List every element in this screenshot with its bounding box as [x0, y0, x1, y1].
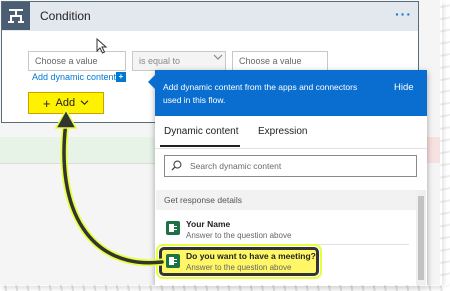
- list-item-subtitle: Answer to the question above: [186, 263, 292, 272]
- list-item-your-name[interactable]: Your Name Answer to the question above: [156, 217, 416, 243]
- tab-selected-indicator: [160, 145, 240, 147]
- tab-divider: [155, 148, 427, 149]
- torn-edge-bottom: [0, 285, 450, 291]
- list-item-title: Do you want to have a meeting?: [186, 251, 316, 261]
- list-item-title: Your Name: [186, 219, 231, 229]
- list-item-subtitle: Answer to the question above: [186, 231, 292, 240]
- forms-icon: [166, 221, 180, 235]
- choose-value-right-input[interactable]: Choose a value: [232, 51, 328, 71]
- torn-edge-right: [440, 0, 450, 291]
- list-item-meeting-question[interactable]: Do you want to have a meeting? Answer to…: [156, 249, 416, 275]
- canvas-green-strip: [0, 137, 160, 163]
- canvas-divider: [0, 163, 160, 164]
- search-icon: [171, 160, 182, 173]
- plus-icon: +: [42, 95, 51, 111]
- add-button[interactable]: + Add: [28, 92, 104, 114]
- forms-icon: [166, 254, 180, 268]
- search-placeholder: Search dynamic content: [190, 161, 282, 171]
- panel-message: Add dynamic content from the apps and co…: [163, 82, 358, 105]
- more-icon[interactable]: ···: [395, 6, 412, 22]
- add-button-label: Add: [55, 97, 76, 109]
- condition-title: Condition: [40, 9, 91, 23]
- choose-value-left-input[interactable]: Choose a value: [28, 51, 126, 71]
- search-dynamic-content-input[interactable]: Search dynamic content: [164, 155, 417, 177]
- section-header-get-response-details: Get response details: [156, 190, 416, 210]
- condition-icon: [2, 2, 30, 30]
- tab-dynamic-content[interactable]: Dynamic content: [164, 126, 238, 137]
- chevron-down-icon: [80, 97, 89, 109]
- chevron-down-icon: [213, 53, 223, 63]
- info-icon[interactable]: +: [116, 72, 126, 82]
- scrollbar-thumb[interactable]: [418, 196, 424, 280]
- cursor-icon: [96, 37, 108, 59]
- tab-expression[interactable]: Expression: [258, 126, 307, 137]
- hide-button[interactable]: Hide: [394, 82, 414, 93]
- add-dynamic-content-link[interactable]: Add dynamic content: [32, 72, 116, 82]
- operator-select[interactable]: is equal to: [132, 51, 226, 71]
